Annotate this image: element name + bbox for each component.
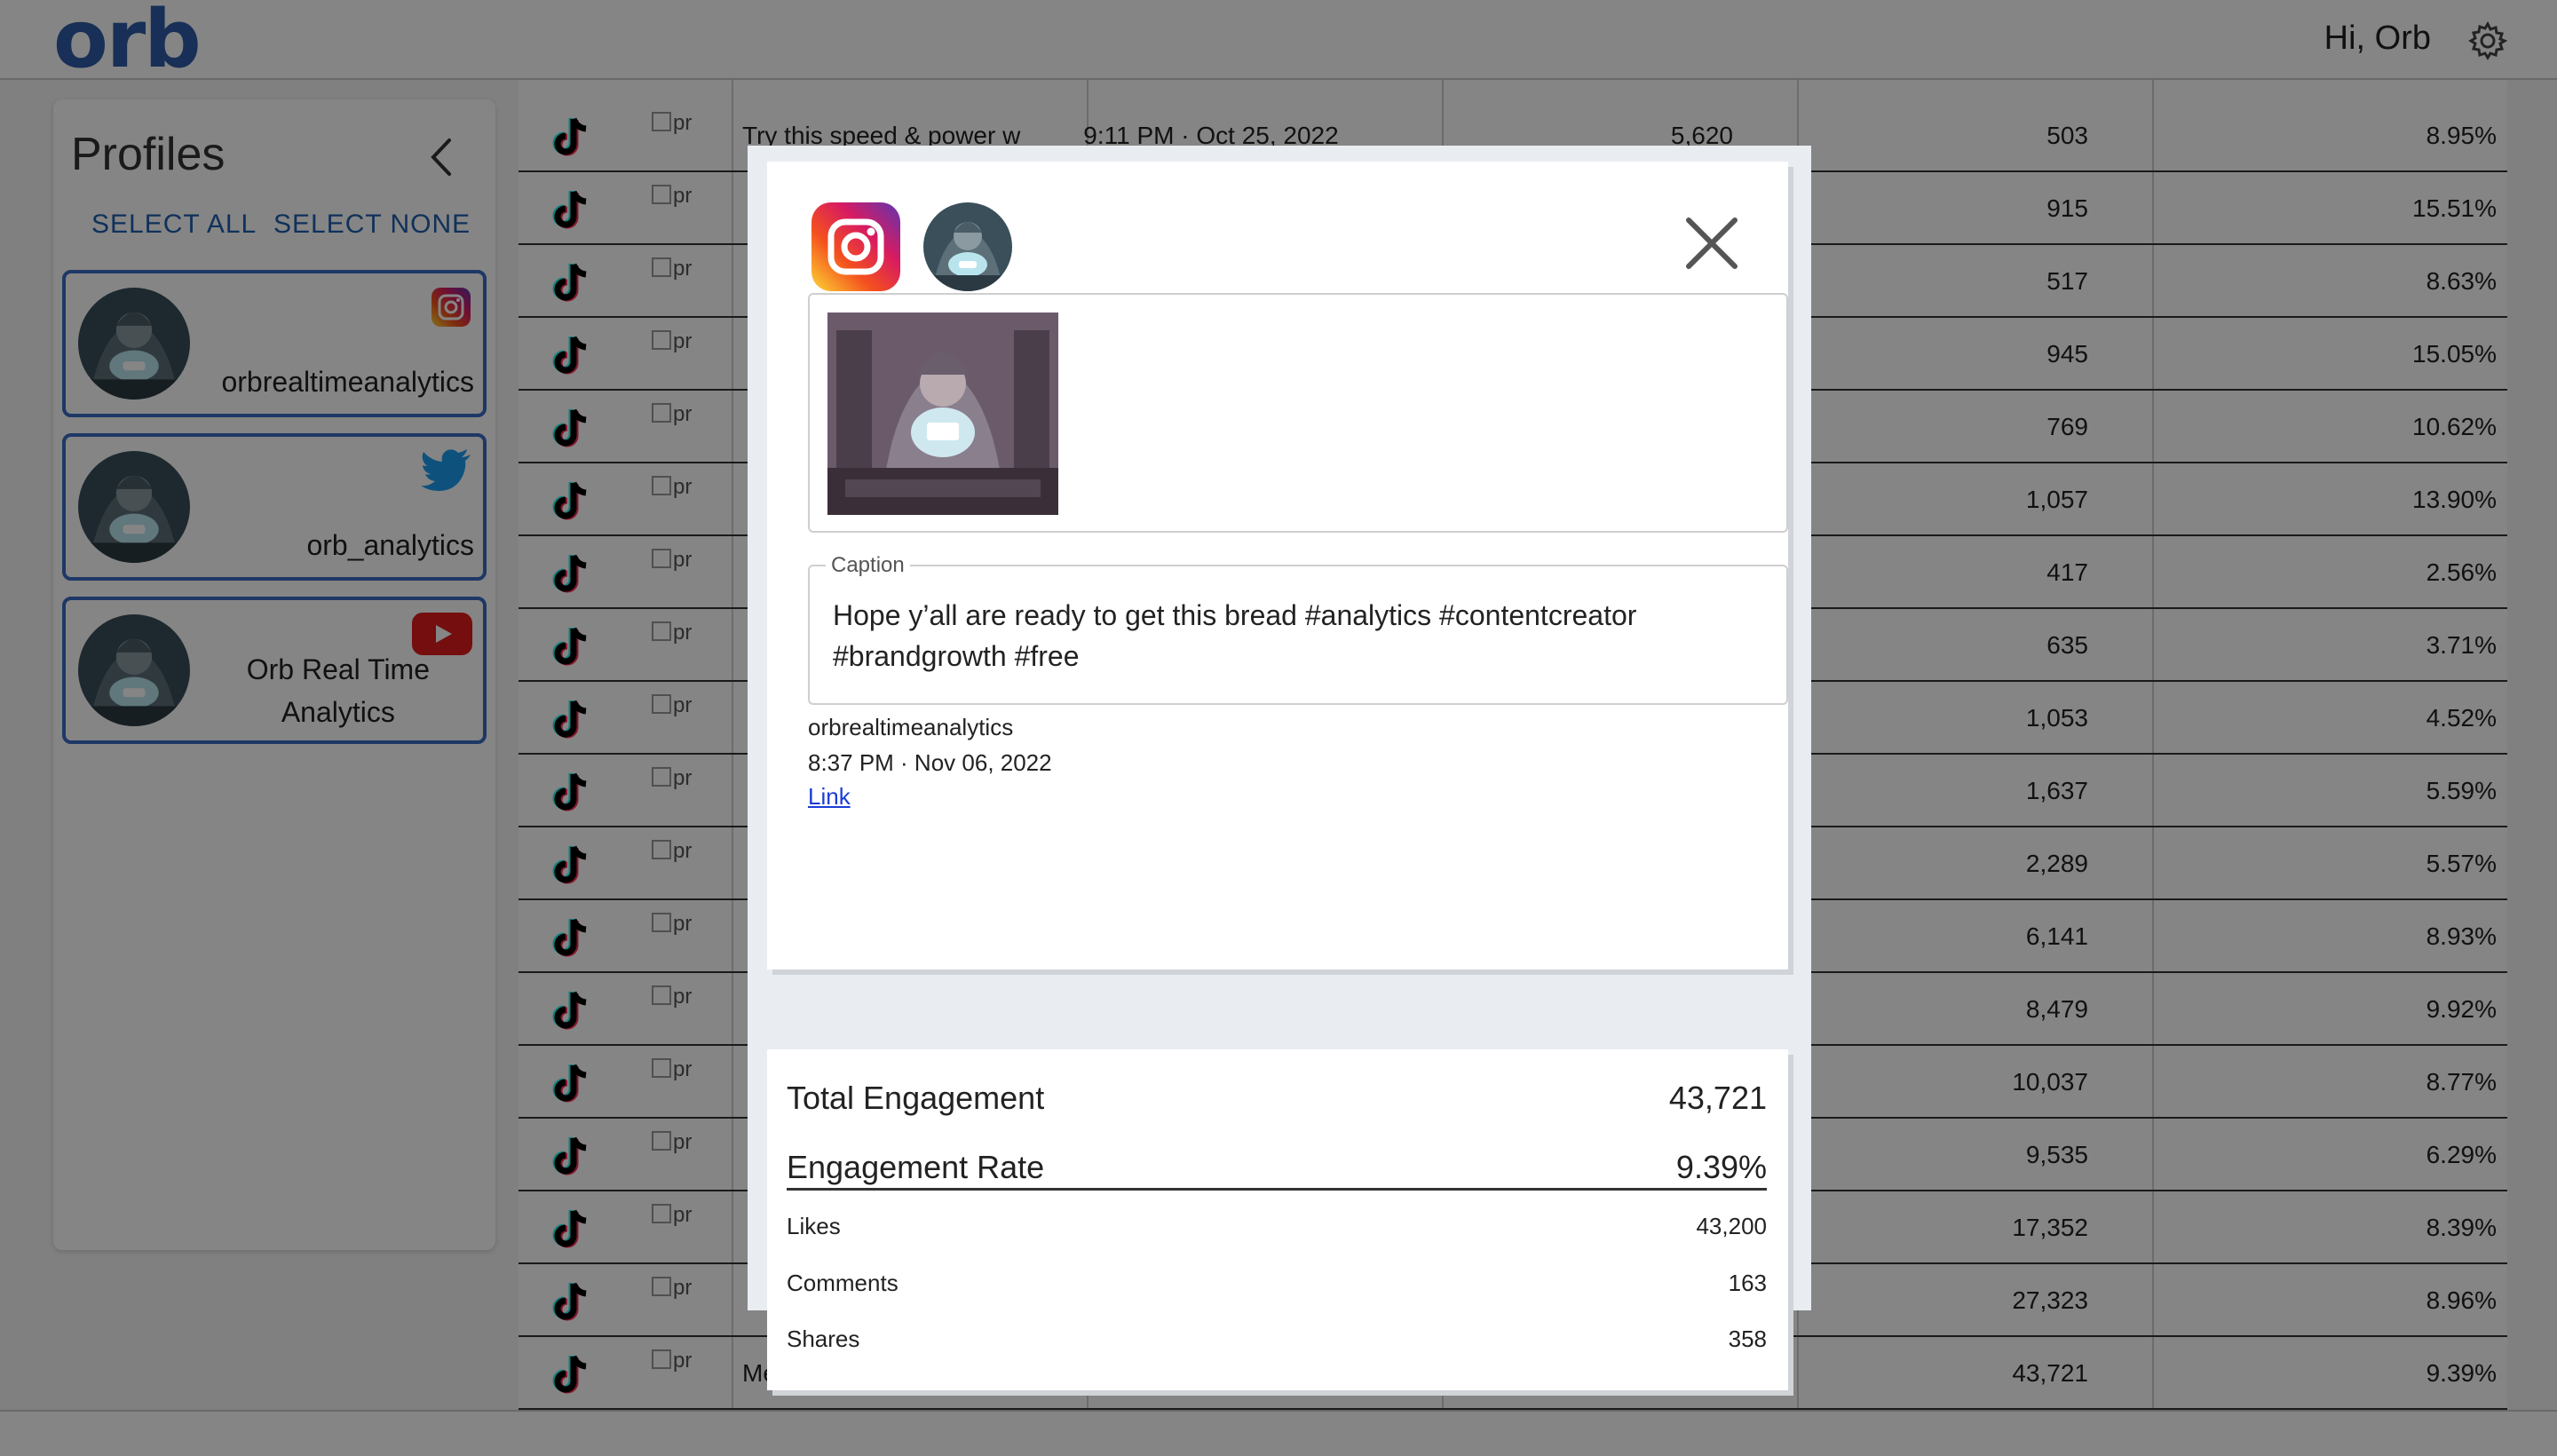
caption-field[interactable]: Caption Hope y’all are ready to get this…	[808, 553, 1788, 705]
post-username: orbrealtimeanalytics	[808, 714, 1014, 740]
engagement-stats: Total Engagement 43,721 Engagement Rate …	[767, 1049, 1788, 1390]
stat-value: 43,721	[1668, 1080, 1767, 1116]
post-image[interactable]	[827, 313, 1058, 515]
post-detail-modal: Caption Hope y’all are ready to get this…	[748, 146, 1811, 1390]
stat-value: 9.39%	[1675, 1149, 1767, 1185]
caption-text: Hope y’all are ready to get this bread #…	[833, 599, 1637, 672]
engagement-rate-row: Engagement Rate 9.39%	[787, 1138, 1767, 1191]
shares-row: Shares 358	[787, 1320, 1767, 1356]
stat-label: Likes	[787, 1213, 841, 1239]
post-link[interactable]: Link	[808, 783, 851, 811]
stat-label: Comments	[787, 1270, 899, 1296]
stat-value: 163	[1728, 1270, 1767, 1296]
close-icon[interactable]	[1683, 215, 1740, 272]
divider	[787, 1188, 1767, 1191]
total-engagement-row: Total Engagement 43,721	[787, 1069, 1767, 1122]
media-preview	[808, 293, 1788, 533]
post-card: Caption Hope y’all are ready to get this…	[767, 162, 1788, 969]
instagram-icon	[811, 202, 900, 291]
stat-value: 43,200	[1696, 1213, 1767, 1239]
post-date: 8:37 PM · Nov 06, 2022	[808, 749, 1052, 776]
comments-row: Comments 163	[787, 1264, 1767, 1300]
avatar	[923, 202, 1012, 291]
stat-label: Engagement Rate	[787, 1149, 1045, 1185]
stat-label: Shares	[787, 1325, 860, 1352]
stat-label: Total Engagement	[787, 1080, 1045, 1116]
likes-row: Likes 43,200	[787, 1207, 1767, 1243]
stat-value: 358	[1728, 1325, 1767, 1352]
caption-label: Caption	[826, 553, 910, 578]
